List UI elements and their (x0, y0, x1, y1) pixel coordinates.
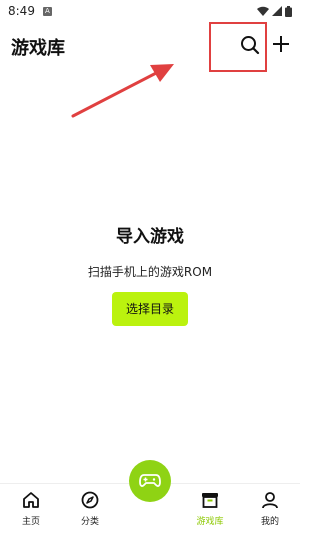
nav-item-library[interactable]: 游戏库 (188, 490, 232, 530)
nav-label-profile: 我的 (260, 517, 279, 527)
nav-label-home: 主页 (21, 517, 40, 527)
user-icon (262, 492, 278, 509)
annotation-arrow-icon (71, 64, 174, 118)
annotation-highlight-box (209, 22, 267, 72)
compass-icon (81, 491, 99, 509)
status-icons (257, 5, 292, 17)
notification-a-icon: A (42, 6, 52, 16)
add-button[interactable] (270, 33, 292, 55)
archive-box-icon (202, 493, 218, 508)
nav-label-library: 游戏库 (196, 517, 224, 527)
status-time: 8:49 (8, 4, 35, 18)
nav-item-profile[interactable]: 我的 (248, 490, 292, 530)
empty-state: 导入游戏 扫描手机上的游戏ROM (0, 222, 300, 280)
status-bar: 8:49 A (0, 0, 300, 22)
page-title: 游戏库 (11, 38, 65, 59)
select-directory-button[interactable]: 选择目录 (112, 292, 188, 326)
plus-icon (273, 36, 289, 52)
empty-state-subtitle: 扫描手机上的游戏ROM (87, 265, 213, 279)
gamepad-icon (139, 474, 161, 487)
nav-item-category[interactable]: 分类 (68, 490, 112, 530)
empty-state-title: 导入游戏 (116, 227, 184, 247)
signal-icon (272, 6, 282, 16)
wifi-icon (257, 6, 269, 16)
nav-item-home[interactable]: 主页 (9, 490, 53, 530)
home-icon (23, 492, 39, 508)
battery-icon (285, 5, 292, 17)
nav-label-category: 分类 (80, 517, 99, 527)
game-fab-button[interactable] (129, 460, 171, 502)
